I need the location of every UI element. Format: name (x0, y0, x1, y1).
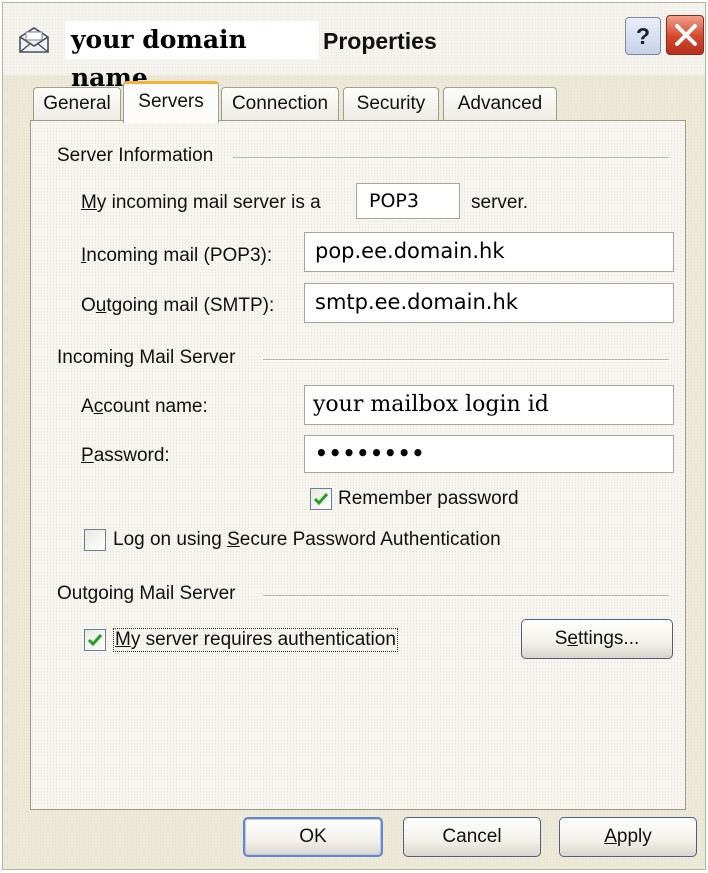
incoming-mail-input[interactable]: pop.ee.domain.hk (304, 232, 674, 272)
close-icon (675, 24, 697, 46)
window-title-account-name: your domain name (65, 21, 319, 92)
server-information-heading: Server Information (57, 145, 214, 166)
tab-strip: General Servers Connection Security Adva… (33, 81, 593, 123)
tab-connection[interactable]: Connection (221, 87, 339, 121)
server-requires-auth-checkbox[interactable] (84, 629, 106, 651)
tab-servers[interactable]: Servers (123, 81, 219, 123)
mail-envelope-icon (17, 25, 51, 55)
password-label: Password: (81, 445, 170, 466)
incoming-mail-label: Incoming mail (POP3): (81, 245, 273, 266)
close-button[interactable] (666, 15, 704, 55)
ok-button[interactable]: OK (243, 817, 383, 857)
outgoing-mail-input[interactable]: smtp.ee.domain.hk (304, 283, 674, 323)
settings-button[interactable]: Settings... (521, 619, 673, 659)
tab-advanced[interactable]: Advanced (443, 87, 557, 121)
secure-password-auth-label: Log on using Secure Password Authenticat… (113, 529, 501, 550)
group-divider (233, 157, 669, 159)
group-divider (263, 359, 669, 361)
apply-button[interactable]: Apply (559, 817, 697, 857)
outgoing-mail-label: Outgoing mail (SMTP): (81, 295, 275, 316)
incoming-server-type-label: My incoming mail server is a (81, 192, 321, 213)
title-bar: your domain name Properties ? (3, 3, 705, 92)
window-title-suffix: Properties (323, 28, 437, 54)
checkmark-icon (313, 493, 329, 506)
account-name-input[interactable]: your mailbox login id (304, 385, 674, 425)
account-name-label: Account name: (81, 396, 208, 417)
outgoing-mail-server-heading: Outgoing Mail Server (57, 583, 236, 604)
tab-general[interactable]: General (33, 87, 121, 121)
password-input[interactable]: •••••••• (304, 435, 674, 473)
incoming-mail-server-heading: Incoming Mail Server (57, 347, 236, 368)
server-requires-auth-label: My server requires authentication (113, 628, 398, 652)
incoming-server-type-suffix: server. (471, 192, 529, 213)
incoming-server-type-value: POP3 (356, 183, 460, 219)
checkmark-icon (87, 634, 103, 647)
group-divider (263, 595, 669, 597)
help-button[interactable]: ? (625, 17, 661, 55)
servers-tab-panel: Server Information My incoming mail serv… (30, 120, 686, 810)
remember-password-checkbox[interactable] (310, 488, 332, 510)
properties-dialog: your domain name Properties ? General Se… (2, 2, 706, 870)
cancel-button[interactable]: Cancel (403, 817, 541, 857)
secure-password-auth-checkbox[interactable] (84, 529, 106, 551)
tab-security[interactable]: Security (343, 87, 439, 121)
remember-password-label: Remember password (338, 488, 519, 509)
